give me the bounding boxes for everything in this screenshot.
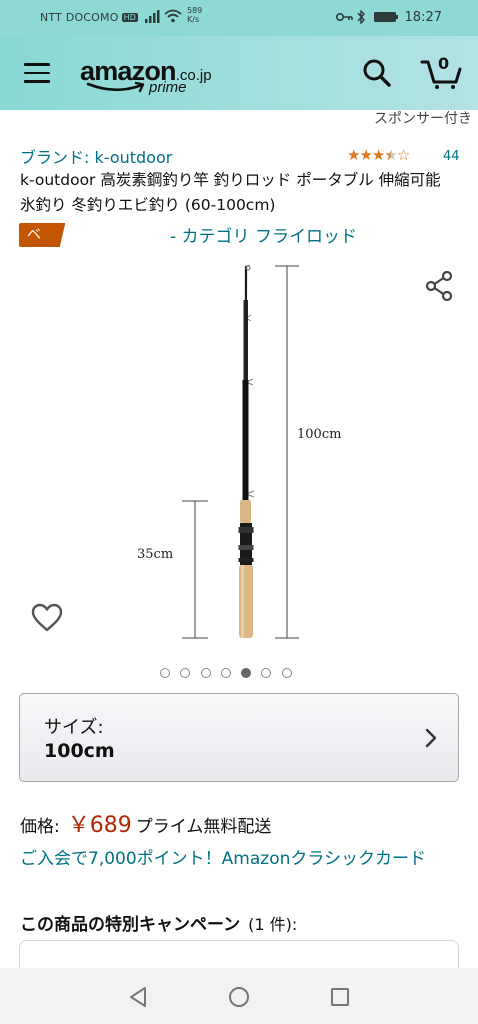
back-icon[interactable] xyxy=(128,986,148,1008)
carousel-dot[interactable] xyxy=(220,668,231,678)
wifi-icon xyxy=(164,9,182,23)
amazon-prime-logo[interactable]: amazon.co.jp prime xyxy=(80,56,212,96)
chevron-right-icon xyxy=(425,728,437,748)
recent-apps-icon[interactable] xyxy=(330,987,350,1007)
star-icon: ★ xyxy=(359,146,372,164)
heart-icon[interactable] xyxy=(30,603,64,633)
clock: 18:27 xyxy=(404,10,442,25)
carrier-label: NTT DOCOMO HD xyxy=(40,11,139,24)
product-image[interactable]: 100cm 35cm xyxy=(0,255,478,655)
fishing-rod-illustration xyxy=(238,264,255,638)
bluetooth-icon xyxy=(357,10,365,24)
price-label: 価格: xyxy=(20,817,60,837)
carousel-dot[interactable] xyxy=(261,668,272,678)
price-row: 価格: ￥689 プライム無料配送 xyxy=(20,807,271,839)
size-value: 100cm xyxy=(44,740,115,762)
campaign-heading: この商品の特別キャンペーン (1 件): xyxy=(20,910,297,935)
logo-prime: prime xyxy=(149,79,187,96)
campaign-count: (1 件): xyxy=(248,915,298,934)
system-nav-bar xyxy=(0,968,478,1024)
key-icon xyxy=(336,13,353,21)
dimension-35cm-label: 35cm xyxy=(137,547,173,562)
brand-link[interactable]: ブランド: k-outdoor xyxy=(20,144,172,168)
dimension-100cm-line xyxy=(275,265,299,639)
campaign-title: この商品の特別キャンペーン xyxy=(20,915,241,935)
star-empty-icon: ☆ xyxy=(396,146,410,164)
carousel-dot[interactable] xyxy=(160,668,170,678)
carousel-dot[interactable] xyxy=(241,668,252,678)
app-header: amazon.co.jp prime 0 xyxy=(0,36,478,110)
menu-icon[interactable] xyxy=(24,63,50,83)
battery-icon xyxy=(374,12,398,22)
home-icon[interactable] xyxy=(228,986,250,1008)
sponsored-label: スポンサー付き xyxy=(374,111,472,127)
bestseller-badge: ベストセラー1位 xyxy=(19,223,66,247)
dimension-35cm-line xyxy=(182,500,208,639)
hd-badge: HD xyxy=(121,13,139,22)
signal-icon xyxy=(145,10,160,23)
search-icon[interactable] xyxy=(362,58,392,88)
image-carousel-dots[interactable] xyxy=(160,668,302,680)
cart-count: 0 xyxy=(438,54,450,73)
rating-stars[interactable]: ★★★★☆ xyxy=(347,146,410,164)
smile-arrow-icon xyxy=(86,81,145,93)
star-half-icon: ★ xyxy=(384,146,397,164)
size-selector[interactable]: サイズ: 100cm xyxy=(19,693,459,782)
network-speed: 589 K/s xyxy=(187,6,203,24)
dimension-100cm-label: 100cm xyxy=(297,427,341,442)
bestseller-category-link[interactable]: - カテゴリ フライロッド xyxy=(170,222,357,247)
carousel-dot[interactable] xyxy=(281,668,292,678)
price-value: ￥689 xyxy=(67,813,132,838)
prime-shipping: プライム無料配送 xyxy=(135,817,272,837)
credit-card-promo-link[interactable]: ご入会で7,000ポイント！Amazonクラシックカード xyxy=(20,846,460,872)
product-title: k-outdoor 高炭素鋼釣り竿 釣りロッド ポータブル 伸縮可能 氷釣り 冬… xyxy=(20,171,441,214)
size-label: サイズ: xyxy=(44,717,104,738)
star-icon: ★ xyxy=(347,146,360,164)
status-icons xyxy=(336,10,398,24)
status-bar: NTT DOCOMO HD 589 K/s 18:27 xyxy=(0,0,478,36)
carousel-dot[interactable] xyxy=(180,668,191,678)
share-icon[interactable] xyxy=(424,270,454,302)
cart-button[interactable]: 0 xyxy=(420,54,464,90)
star-icon: ★ xyxy=(371,146,385,164)
rating-count[interactable]: 44 xyxy=(443,149,460,164)
carousel-dot[interactable] xyxy=(200,668,211,678)
